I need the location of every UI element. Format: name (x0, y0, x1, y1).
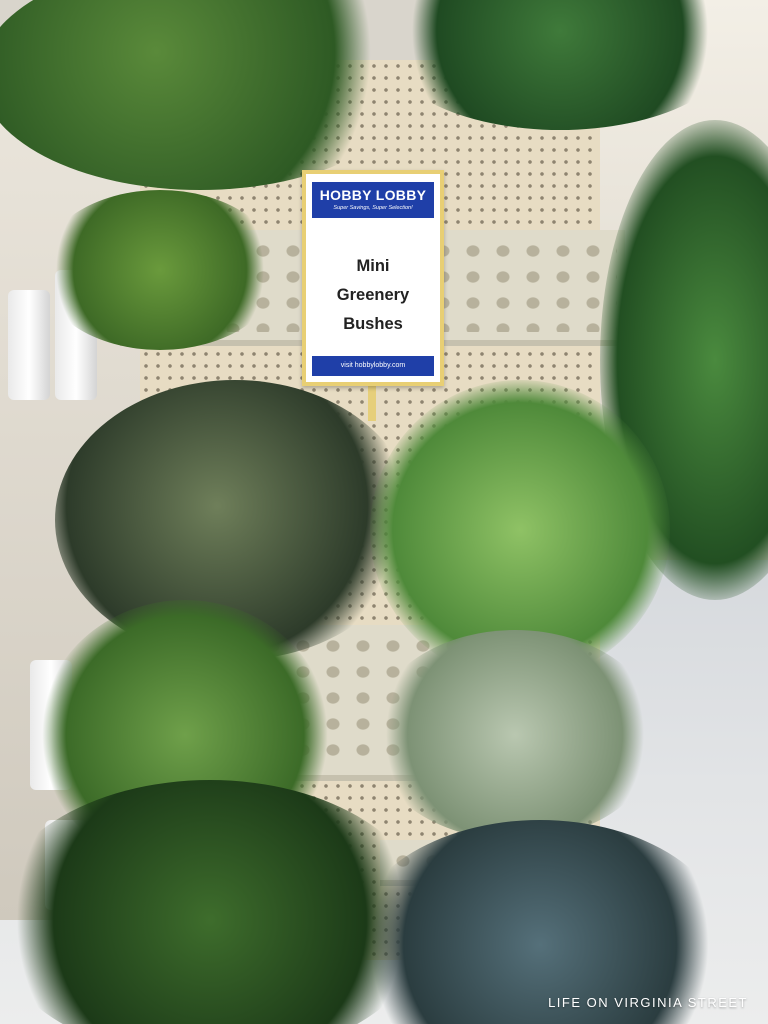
store-aisle-photo: HOBBY LOBBY Super Savings, Super Selecti… (0, 0, 768, 1024)
shelf-sign: HOBBY LOBBY Super Savings, Super Selecti… (302, 170, 444, 386)
boxwood-bush (40, 190, 280, 350)
watermark: LIFE ON VIRGINIA STREET (548, 995, 748, 1010)
sign-header: HOBBY LOBBY Super Savings, Super Selecti… (312, 182, 434, 218)
sign-title-line: Mini (356, 257, 390, 275)
brand-logo: HOBBY LOBBY (319, 187, 427, 203)
brand-tagline: Super Savings, Super Selection! (333, 205, 413, 211)
lambs-ear-bush (370, 630, 660, 840)
sign-title: Mini Greenery Bushes (312, 252, 434, 339)
sign-title-line: Greenery (336, 286, 410, 304)
sign-title-line: Bushes (343, 315, 403, 333)
spray-can (8, 290, 50, 400)
sign-holder (368, 385, 376, 421)
sign-footer: visit hobbylobby.com (312, 356, 434, 376)
